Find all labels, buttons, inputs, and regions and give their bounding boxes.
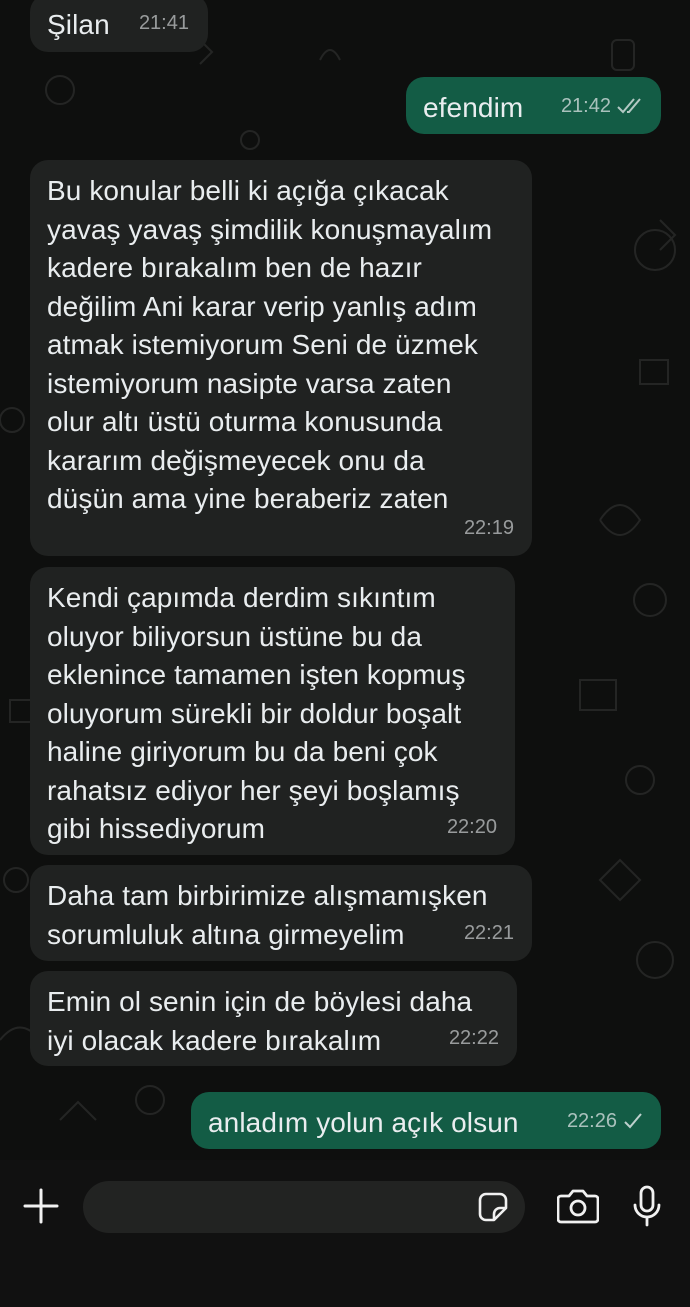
input-bar <box>0 1160 690 1307</box>
message-text: Kendi çapımda derdim sıkıntım oluyor bil… <box>47 582 466 844</box>
message-bubble[interactable]: anladım yolun açık olsun 22:26 <box>191 1092 661 1149</box>
message-text: Bu konular belli ki açığa çıkacak yavaş … <box>47 175 493 514</box>
message-bubble[interactable]: Daha tam birbirimize alışmamışken soruml… <box>30 865 532 961</box>
microphone-icon[interactable] <box>630 1184 664 1228</box>
message-bubble[interactable]: Şilan 21:41 <box>30 0 208 52</box>
plus-icon[interactable] <box>20 1185 62 1227</box>
message-text: Emin ol senin için de böylesi daha iyi o… <box>47 986 473 1056</box>
message-meta: 21:42 <box>561 87 643 126</box>
message-meta: 22:21 <box>464 914 514 953</box>
chat-area[interactable]: Şilan 21:41 efendim 21:42 Bu konular bel… <box>0 0 690 1160</box>
message-meta: 21:41 <box>139 4 189 43</box>
message-bubble[interactable]: efendim 21:42 <box>406 77 661 134</box>
message-input[interactable] <box>83 1181 525 1233</box>
message-time: 22:21 <box>463 921 514 944</box>
message-meta: 22:26 <box>567 1102 643 1141</box>
message-time: 22:20 <box>446 815 497 838</box>
message-meta: 22:22 <box>449 1019 499 1058</box>
message-time: 22:19 <box>463 516 514 539</box>
message-bubble[interactable]: Bu konular belli ki açığa çıkacak yavaş … <box>30 160 532 556</box>
camera-icon[interactable] <box>556 1186 600 1226</box>
message-time: 21:42 <box>560 94 611 117</box>
message-bubble[interactable]: Kendi çapımda derdim sıkıntım oluyor bil… <box>30 567 515 855</box>
message-meta: 22:19 <box>464 509 514 548</box>
sticker-icon[interactable] <box>477 1191 509 1223</box>
message-time: 22:22 <box>448 1026 499 1049</box>
double-check-icon <box>617 98 643 114</box>
message-time: 21:41 <box>138 11 189 34</box>
check-icon <box>623 1113 643 1129</box>
message-meta: 22:20 <box>447 808 497 847</box>
message-time: 22:26 <box>566 1109 617 1132</box>
message-text: Daha tam birbirimize alışmamışken soruml… <box>47 880 488 950</box>
message-bubble[interactable]: Emin ol senin için de böylesi daha iyi o… <box>30 971 517 1066</box>
